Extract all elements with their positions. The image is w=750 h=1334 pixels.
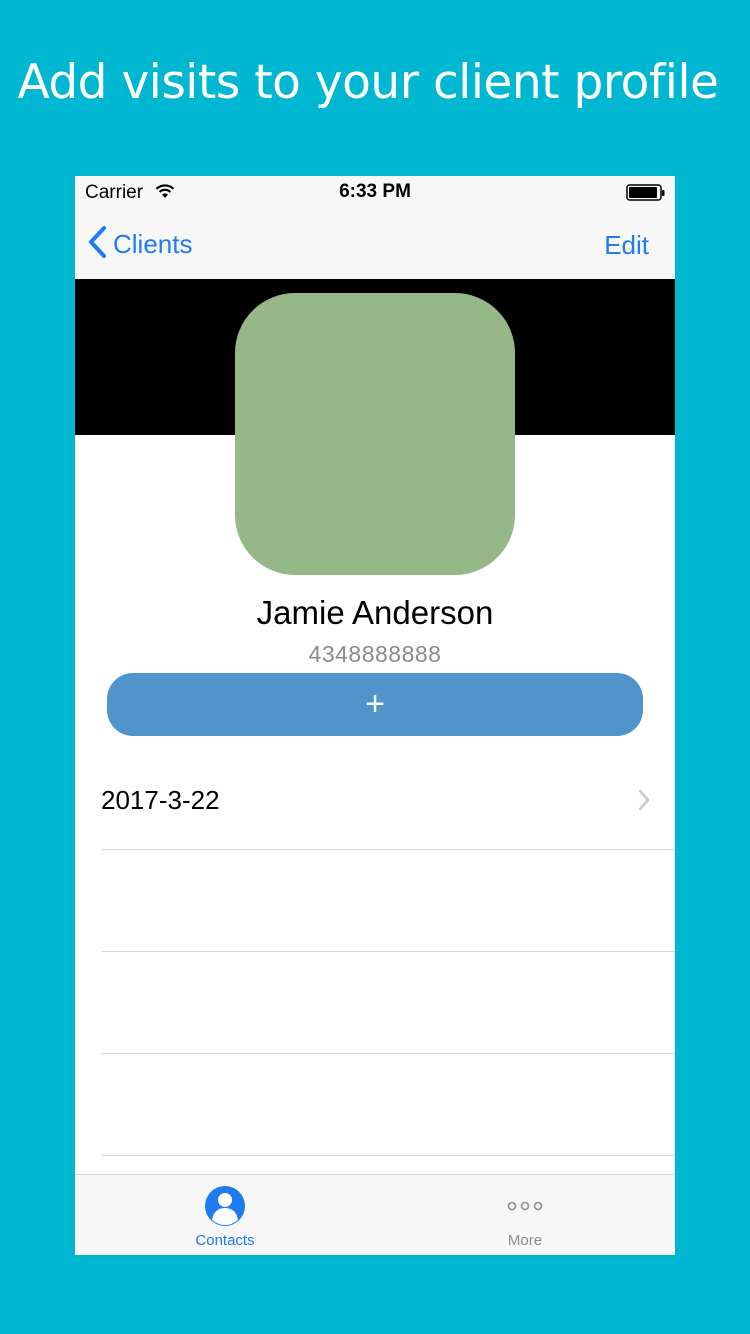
chevron-left-icon [87,225,107,264]
tab-bar: Contacts More [75,1174,675,1255]
back-button-label: Clients [113,228,193,259]
client-name: Jamie Anderson [256,594,494,631]
tab-contacts[interactable]: Contacts [75,1175,375,1255]
visit-row[interactable]: 2017-3-22 [101,748,675,850]
edit-button[interactable]: Edit [604,230,649,261]
visit-list: 2017-3-22 [75,748,675,1156]
back-button[interactable]: Clients [87,224,192,264]
tab-contacts-label: Contacts [195,1232,255,1249]
client-phone: 4348888888 [308,641,442,667]
chevron-right-icon [637,788,651,817]
marketing-headline: Add visits to your client profile [17,55,719,110]
phone-screen: Carrier 6:33 PM Clients Edit Jamie Ander… [75,176,675,1255]
status-bar: Carrier 6:33 PM [75,176,675,210]
visit-row [101,952,675,1054]
visit-row [101,850,675,952]
visit-date: 2017-3-22 [101,785,220,815]
status-time: 6:33 PM [339,181,411,202]
more-icon [504,1185,546,1227]
add-visit-button[interactable]: + [107,673,643,736]
tab-more-label: More [507,1232,543,1249]
avatar[interactable] [235,293,515,575]
battery-icon [626,184,666,207]
navigation-bar: Clients Edit [75,210,675,279]
visit-row [101,1054,675,1156]
contacts-icon [204,1185,246,1227]
tab-more[interactable]: More [375,1175,675,1255]
